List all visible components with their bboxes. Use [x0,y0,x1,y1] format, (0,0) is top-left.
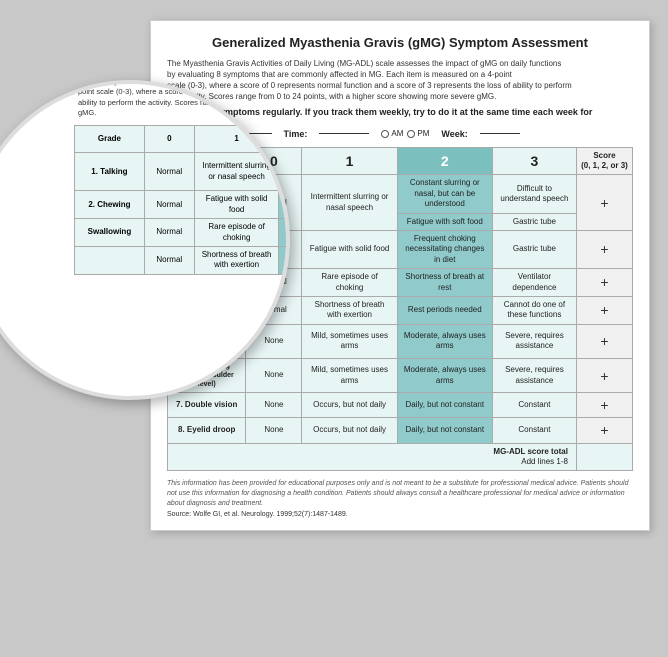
circle-table-row: 2. Chewing Normal Fatigue with solid foo… [75,191,291,219]
circle-breathing-1: Shortness of breath with exertion [194,247,279,275]
double-vision-score-cell: + [576,393,632,418]
swallowing-score-cell: + [576,269,632,297]
circle-swallowing-0: Normal [144,219,194,247]
swallowing-grade2: Shortness of breath at rest [397,269,492,297]
circle-header-1: 1 [194,125,279,153]
time-input[interactable] [319,133,369,134]
header-col3: 3 [492,147,576,175]
arm-grade1: Mild, sometimes uses arms [302,359,397,393]
circle-breathing-label [75,247,145,275]
chewing-grade2: Frequent choking necessitating changes i… [397,230,492,268]
breathing-plus: + [600,302,608,318]
double-vision-grade1: Occurs, but not daily [302,393,397,418]
chewing-grade3: Gastric tube [492,230,576,268]
score-total-row: MG-ADL score total Add lines 1-8 [168,443,633,471]
double-vision-grade3: Constant [492,393,576,418]
circle-table-row: 1. Talking Normal Intermittent slurring … [75,153,291,191]
circle-intro: The Myasthenia Gravis Activities of Dail… [74,80,290,119]
circle-header-row: Grade 0 1 2 Score(0,1,2,3) [75,125,291,153]
swallowing-grade1: Rare episode of choking [302,269,397,297]
circle-header-0: 0 [144,125,194,153]
circle-table: Grade 0 1 2 Score(0,1,2,3) 1. Talking No… [74,125,290,275]
am-radio-dot [381,130,389,138]
circle-header-grade: Grade [75,125,145,153]
circle-chewing-label: 2. Chewing [75,191,145,219]
talking-grade2a: Constant slurring or nasal, but can be u… [397,175,492,213]
talking-score-cell: + [576,175,632,231]
eyelid-grade0: None [246,418,302,443]
chewing-plus: + [600,241,608,257]
circle-swallowing-label: Swallowing [75,219,145,247]
grade-eyelid: 8. Eyelid droop [168,418,246,443]
talking-grade3b: Gastric tube [492,213,576,230]
score-header-label: Score(0, 1, 2, or 3) [581,151,628,170]
footer-source: Source: Wolfe GI, et al. Neurology. 1999… [167,511,633,518]
circle-content: The Myasthenia Gravis Activities of Dail… [74,80,290,275]
eyelid-score-cell: + [576,418,632,443]
circle-breathing-0: Normal [144,247,194,275]
breathing-grade1: Shortness of breath with exertion [302,296,397,324]
eyelid-grade2: Daily, but not constant [397,418,492,443]
circle-chewing-0: Normal [144,191,194,219]
arm-score-cell: + [576,359,632,393]
double-vision-grade2: Daily, but not constant [397,393,492,418]
score-total-label: MG-ADL score total Add lines 1-8 [168,443,577,471]
talking-grade3: Difficult to understand speech [492,175,576,213]
chewing-grade1: Fatigue with solid food [302,230,397,268]
table-row: 7. Double vision None Occurs, but not da… [168,393,633,418]
vision-grade2: Moderate, always uses arms [397,324,492,358]
arm-plus: + [600,368,608,384]
pm-option[interactable]: PM [407,129,429,138]
chewing-score-cell: + [576,230,632,268]
breathing-grade3: Cannot do one of these functions [492,296,576,324]
week-input[interactable] [480,133,520,134]
am-option[interactable]: AM [381,129,403,138]
circle-talking-0: Normal [144,153,194,191]
circle-swallowing-1: Rare episode of choking [194,219,279,247]
double-vision-grade0: None [246,393,302,418]
score-total-value [576,443,632,471]
header-col1: 1 [302,147,397,175]
am-pm-radio: AM PM [381,129,429,138]
arm-grade2: Moderate, always uses arms [397,359,492,393]
pm-radio-dot [407,130,415,138]
eyelid-plus: + [600,422,608,438]
circle-talking-label: 1. Talking [75,153,145,191]
circle-table-row: Swallowing Normal Rare episode of chokin… [75,219,291,247]
double-vision-plus: + [600,397,608,413]
vision-grade1: Mild, sometimes uses arms [302,324,397,358]
eyelid-grade1: Occurs, but not daily [302,418,397,443]
circle-chewing-1: Fatigue with solid food [194,191,279,219]
time-label: Time: [284,129,308,139]
talking-grade1: Intermittent slurring or nasal speech [302,175,397,231]
header-col2: 2 [397,147,492,175]
grade-double-vision: 7. Double vision [168,393,246,418]
footer-text: This information has been provided for e… [167,479,633,508]
page-container: Generalized Myasthenia Gravis (gMG) Symp… [0,0,668,657]
circle-table-row: Normal Shortness of breath with exertion… [75,247,291,275]
arm-grade0: None [246,359,302,393]
header-score: Score(0, 1, 2, or 3) [576,147,632,175]
vision-score-cell: + [576,324,632,358]
vision-plus: + [600,333,608,349]
document-title: Generalized Myasthenia Gravis (gMG) Symp… [167,35,633,52]
circle-talking-1: Intermittent slurring or nasal speech [194,153,279,191]
talking-plus: + [600,195,608,211]
breathing-score-cell: + [576,296,632,324]
arm-grade3: Severe, requires assistance [492,359,576,393]
eyelid-grade3: Constant [492,418,576,443]
swallowing-grade3: Ventilator dependence [492,269,576,297]
circle-swallowing-2: Frequen… breath… chan… [279,219,290,247]
table-row: 6. Arm raising (above shoulder level) No… [168,359,633,393]
week-label: Week: [441,129,467,139]
vision-grade3: Severe, requires assistance [492,324,576,358]
swallowing-plus: + [600,274,608,290]
table-row: 8. Eyelid droop None Occurs, but not dai… [168,418,633,443]
talking-grade2b: Fatigue with soft food [397,213,492,230]
breathing-grade2: Rest periods needed [397,296,492,324]
